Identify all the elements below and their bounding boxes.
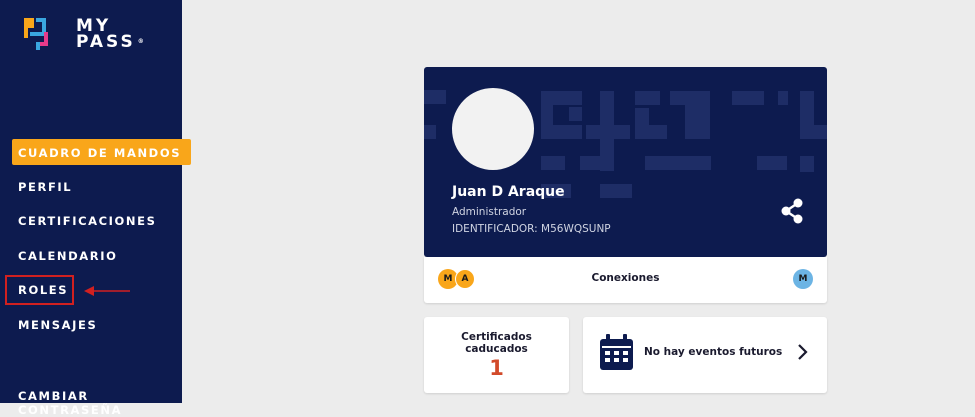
sidebar-item-cuadro-de-mandos[interactable]: CUADRO DE MANDOS <box>18 146 181 160</box>
mypass-logo[interactable]: MY PASS ® <box>24 18 174 58</box>
connections-bar[interactable]: M A Conexiones M <box>424 257 827 303</box>
sidebar-item-mensajes[interactable]: MENSAJES <box>18 318 97 332</box>
upcoming-events-label: No hay eventos futuros <box>644 346 783 358</box>
sidebar-item-roles[interactable]: ROLES <box>18 283 68 297</box>
sidebar: MY PASS ® CUADRO DE MANDOS PERFIL CERTIFI… <box>0 0 191 417</box>
brand-mark: ® <box>137 38 144 45</box>
expired-certificates-count: 1 <box>489 356 504 380</box>
profile-name: Juan D Araque <box>452 184 565 200</box>
annotation-arrow-icon <box>84 286 130 296</box>
connection-avatar[interactable]: M <box>793 269 813 289</box>
sidebar-item-perfil[interactable]: PERFIL <box>18 180 72 194</box>
sidebar-item-cambiar-contrasena[interactable]: CAMBIAR CONTRASEÑA <box>18 389 182 417</box>
connections-label: Conexiones <box>591 272 660 284</box>
sidebar-item-calendario[interactable]: CALENDARIO <box>18 249 118 263</box>
upcoming-events-card[interactable]: No hay eventos futuros <box>583 317 827 393</box>
mypass-logo-mark <box>24 18 48 50</box>
brand-line2: PASS <box>76 32 136 52</box>
calendar-icon <box>600 334 633 370</box>
share-icon[interactable] <box>780 198 804 224</box>
chevron-right-icon[interactable] <box>796 343 810 361</box>
expired-certificates-card[interactable]: Certificados caducados 1 <box>424 317 569 393</box>
avatar[interactable] <box>452 88 534 170</box>
profile-identifier: IDENTIFICADOR: M56WQSUNP <box>452 223 611 235</box>
profile-card: Juan D Araque Administrador IDENTIFICADO… <box>424 67 827 257</box>
brand-name: MY PASS ® <box>76 18 144 52</box>
sidebar-item-certificaciones[interactable]: CERTIFICACIONES <box>18 214 157 228</box>
expired-certificates-title: Certificados caducados <box>461 331 532 355</box>
profile-role: Administrador <box>452 206 527 218</box>
